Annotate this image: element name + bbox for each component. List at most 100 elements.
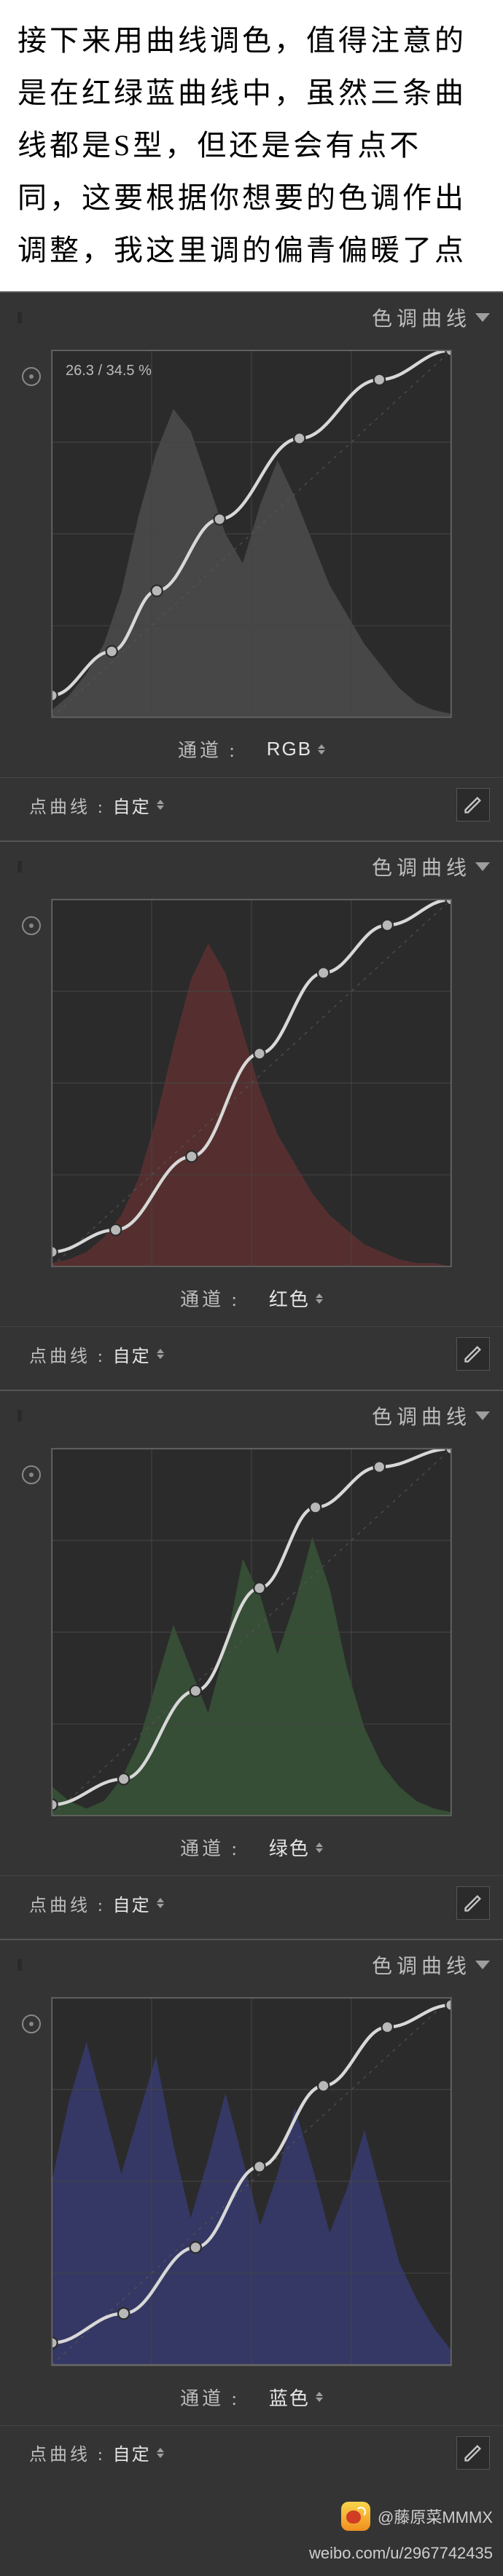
curve-point[interactable] [294,433,305,444]
curve-point[interactable] [118,2308,129,2319]
panel-title: 色调曲线 [372,303,471,332]
dropdown-spinner-icon[interactable] [316,1293,323,1304]
pencil-icon [463,1893,483,1913]
curve-point[interactable] [318,967,329,978]
curve-editor[interactable] [51,350,452,718]
targeted-adjustment-icon[interactable] [22,2014,41,2033]
panel-title: 色调曲线 [372,852,471,881]
panel-title: 色调曲线 [372,1401,471,1430]
panel-body: 26.3 / 34.5 % 通道 : [0,350,503,840]
tone-curve-panel: 色调曲线 [0,1390,503,1939]
dropdown-spinner-icon[interactable] [318,744,325,755]
curve-point[interactable] [254,1048,265,1059]
channel-dropdown[interactable]: 绿色 [269,1834,323,1861]
panel-header[interactable]: 色调曲线 [0,842,503,891]
pencil-icon [463,2443,483,2463]
attribution-url: weibo.com/u/2967742435 [309,2544,493,2562]
curve-point[interactable] [186,1151,197,1162]
channel-row: 通道 : 蓝色 [0,2366,503,2425]
intro-text-content: 接下来用曲线调色，值得注意的是在红绿蓝曲线中，虽然三条曲线都是S型，但还是会有点… [17,24,467,267]
point-curve-row: 点曲线 : 自定 [0,1326,503,1384]
curve-point[interactable] [52,1246,58,1257]
curve-svg[interactable] [52,350,451,717]
panel-header[interactable]: 色调曲线 [0,1391,503,1441]
curve-editor[interactable] [51,899,452,1267]
point-curve-label: 点曲线 : [29,1891,106,1916]
curve-point[interactable] [118,1773,129,1784]
targeted-adjustment-icon[interactable] [22,916,41,935]
dropdown-spinner-icon[interactable] [316,2392,323,2402]
panel-switch-icon[interactable] [13,1405,26,1427]
dropdown-spinner-icon[interactable] [316,1843,323,1853]
targeted-adjustment-icon[interactable] [22,1465,41,1484]
point-curve-label: 点曲线 : [29,2440,106,2465]
channel-label: 通道 : [178,736,238,763]
panel-title: 色调曲线 [372,1950,471,1980]
point-curve-dropdown[interactable]: 自定 [113,1342,164,1367]
channel-value-text: 绿色 [269,1834,310,1861]
point-curve-value: 自定 [113,2440,151,2465]
curve-point[interactable] [52,2338,58,2349]
collapse-triangle-icon[interactable] [475,313,490,322]
channel-dropdown[interactable]: 红色 [269,1285,323,1312]
panel-switch-icon[interactable] [13,1954,26,1976]
channel-value-text: 蓝色 [269,2384,310,2411]
panel-body: 通道 : 绿色 点曲线 : 自定 [0,1448,503,1939]
curve-point[interactable] [190,1685,201,1696]
curve-point[interactable] [310,1502,321,1513]
curve-point[interactable] [151,586,162,596]
dropdown-spinner-icon[interactable] [157,1898,164,1908]
curve-point[interactable] [190,2242,201,2253]
collapse-triangle-icon[interactable] [475,1411,490,1420]
channel-dropdown[interactable]: 蓝色 [269,2384,323,2411]
dropdown-spinner-icon[interactable] [157,2448,164,2458]
attribution-name: @藤原菜MMMX [378,2505,493,2528]
curve-point[interactable] [52,690,58,701]
channel-value-text: RGB [267,738,312,760]
channel-label: 通道 : [180,1285,240,1312]
point-curve-dropdown[interactable]: 自定 [113,1891,164,1916]
channel-row: 通道 : 红色 [0,1267,503,1326]
edit-point-curve-button[interactable] [456,788,490,822]
curve-svg[interactable] [52,899,451,1267]
panel-header[interactable]: 色调曲线 [0,293,503,342]
dropdown-spinner-icon[interactable] [157,1349,164,1359]
curve-point[interactable] [382,920,393,931]
panel-body: 通道 : 蓝色 点曲线 : 自定 [0,1997,503,2488]
panel-header[interactable]: 色调曲线 [0,1940,503,1990]
pencil-icon [463,795,483,815]
curve-point[interactable] [382,2022,393,2033]
curve-editor[interactable] [51,1997,452,2366]
curve-point[interactable] [110,1224,121,1235]
panel-switch-icon[interactable] [13,856,26,878]
dropdown-spinner-icon[interactable] [157,800,164,810]
channel-value-text: 红色 [269,1285,310,1312]
edit-point-curve-button[interactable] [456,2436,490,2470]
curve-point[interactable] [254,1583,265,1594]
channel-dropdown[interactable]: RGB [267,738,325,760]
edit-point-curve-button[interactable] [456,1886,490,1920]
curve-svg[interactable] [52,1449,451,1816]
edit-point-curve-button[interactable] [456,1337,490,1371]
curve-point[interactable] [445,2000,451,2011]
curve-point[interactable] [214,513,225,524]
curve-point[interactable] [52,1800,58,1811]
point-curve-dropdown[interactable]: 自定 [113,792,164,818]
collapse-triangle-icon[interactable] [475,1961,490,1969]
curve-point[interactable] [374,374,385,385]
collapse-triangle-icon[interactable] [475,862,490,871]
curve-svg[interactable] [52,1998,451,2365]
tone-curve-panel: 色调曲线 [0,1939,503,2488]
curve-point[interactable] [374,1462,385,1473]
targeted-adjustment-icon[interactable] [22,367,41,386]
curve-point[interactable] [318,2081,329,2092]
tone-curve-panel: 色调曲线 [0,840,503,1390]
point-curve-row: 点曲线 : 自定 [0,2425,503,2483]
curve-point[interactable] [254,2162,265,2173]
panel-switch-icon[interactable] [13,307,26,328]
channel-label: 通道 : [180,1834,240,1861]
point-curve-value: 自定 [113,792,151,818]
point-curve-dropdown[interactable]: 自定 [113,2440,164,2465]
curve-point[interactable] [106,646,117,657]
curve-editor[interactable] [51,1448,452,1816]
